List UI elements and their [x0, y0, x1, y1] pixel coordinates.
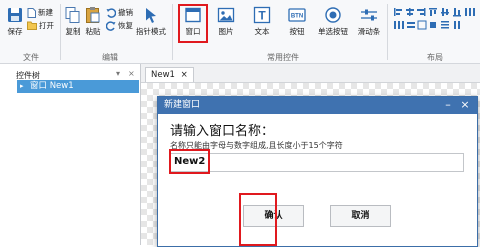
- text-label: 文本: [254, 27, 270, 36]
- button-icon: BTN: [288, 8, 306, 22]
- radio-button-icon: [325, 7, 341, 23]
- image-label: 图片: [218, 27, 234, 36]
- close-panel-icon[interactable]: ×: [128, 69, 135, 78]
- group-label-edit: 编辑: [102, 53, 118, 62]
- pointer-icon: [146, 8, 156, 23]
- text-control-button[interactable]: T 文本: [250, 6, 274, 37]
- tree-panel-header: 控件树 ▾ ×: [16, 69, 140, 80]
- svg-text:T: T: [258, 9, 266, 23]
- close-icon[interactable]: ×: [458, 97, 472, 114]
- paste-label: 粘贴: [85, 27, 101, 36]
- dialog-titlebar[interactable]: 新建窗口 – ×: [158, 97, 477, 114]
- redo-label: 恢复: [118, 21, 133, 30]
- window-name-input[interactable]: [170, 153, 464, 172]
- copy-button[interactable]: 复制: [64, 6, 82, 37]
- button-label: 按钮: [289, 27, 305, 36]
- alignment-icons: [394, 8, 475, 30]
- tree-panel-title: 控件树: [16, 71, 40, 80]
- svg-text:BTN: BTN: [291, 14, 303, 20]
- ribbon-toolbar: 保存 新建 打开 文件 复制 粘贴 撤销 恢复 指针模式 编辑 窗口 图片 T …: [0, 0, 480, 64]
- redo-button[interactable]: 恢复: [106, 20, 133, 31]
- window-icon: [185, 7, 201, 23]
- ribbon-separator: [387, 4, 388, 60]
- undo-label: 撤销: [118, 8, 133, 17]
- confirm-button[interactable]: 确认: [243, 205, 304, 227]
- group-label-layout: 布局: [427, 53, 443, 62]
- pin-icon[interactable]: ▾: [116, 69, 120, 78]
- paste-icon: [86, 7, 100, 23]
- open-button[interactable]: 打开: [27, 20, 54, 31]
- ribbon-separator: [60, 4, 61, 60]
- copy-label: 复制: [65, 27, 81, 36]
- radio-button-control-button[interactable]: 单选按钮: [314, 6, 352, 37]
- dialog-title: 新建窗口: [164, 100, 201, 110]
- slider-control-button[interactable]: 滑动条: [354, 6, 384, 37]
- undo-button[interactable]: 撤销: [106, 7, 133, 18]
- new-button[interactable]: 新建: [27, 7, 53, 18]
- group-label-file: 文件: [23, 53, 39, 62]
- save-button[interactable]: 保存: [4, 6, 26, 37]
- tree-item-window-new1[interactable]: ▸ 窗口 New1: [17, 80, 139, 93]
- open-folder-icon: [27, 21, 37, 30]
- document-tab-label: New1: [151, 70, 175, 80]
- pointer-mode-label: 指针模式: [136, 27, 166, 36]
- button-control-button[interactable]: BTN 按钮: [285, 6, 309, 37]
- dialog-hint: 名称只能由字母与数字组成,且长度小于15个字符: [170, 141, 343, 150]
- group-label-common-controls: 常用控件: [267, 53, 299, 62]
- close-tab-icon[interactable]: ×: [181, 70, 188, 80]
- pointer-mode-button[interactable]: 指针模式: [134, 6, 168, 37]
- window-name-value: New2: [174, 156, 206, 167]
- new-window-dialog: 新建窗口 – × 请输入窗口名称： 名称只能由字母与数字组成,且长度小于15个字…: [157, 96, 478, 247]
- open-label: 打开: [39, 21, 54, 30]
- ribbon-separator: [172, 4, 173, 60]
- save-label: 保存: [7, 27, 23, 36]
- window-label: 窗口: [185, 27, 201, 36]
- undo-icon: [106, 7, 116, 18]
- slider-label: 滑动条: [357, 27, 381, 36]
- image-control-button[interactable]: 图片: [214, 6, 238, 37]
- text-icon: T: [253, 6, 271, 24]
- new-file-icon: [27, 7, 36, 18]
- image-icon: [217, 7, 235, 23]
- layout-tools: [392, 6, 478, 48]
- window-control-button[interactable]: 窗口: [180, 6, 206, 37]
- radio-button-label: 单选按钮: [318, 27, 348, 36]
- redo-icon: [106, 20, 116, 31]
- cancel-button[interactable]: 取消: [330, 205, 391, 227]
- tree-item-label: 窗口 New1: [30, 81, 74, 91]
- new-label: 新建: [38, 8, 53, 17]
- slider-icon: [361, 9, 377, 21]
- minimize-icon[interactable]: –: [441, 97, 455, 114]
- paste-button[interactable]: 粘贴: [84, 6, 102, 37]
- dialog-heading: 请输入窗口名称：: [170, 124, 275, 139]
- save-icon: [8, 8, 22, 22]
- copy-icon: [65, 7, 80, 23]
- document-tab-new1[interactable]: New1 ×: [145, 67, 194, 82]
- tree-expander-icon[interactable]: ▸: [20, 80, 24, 93]
